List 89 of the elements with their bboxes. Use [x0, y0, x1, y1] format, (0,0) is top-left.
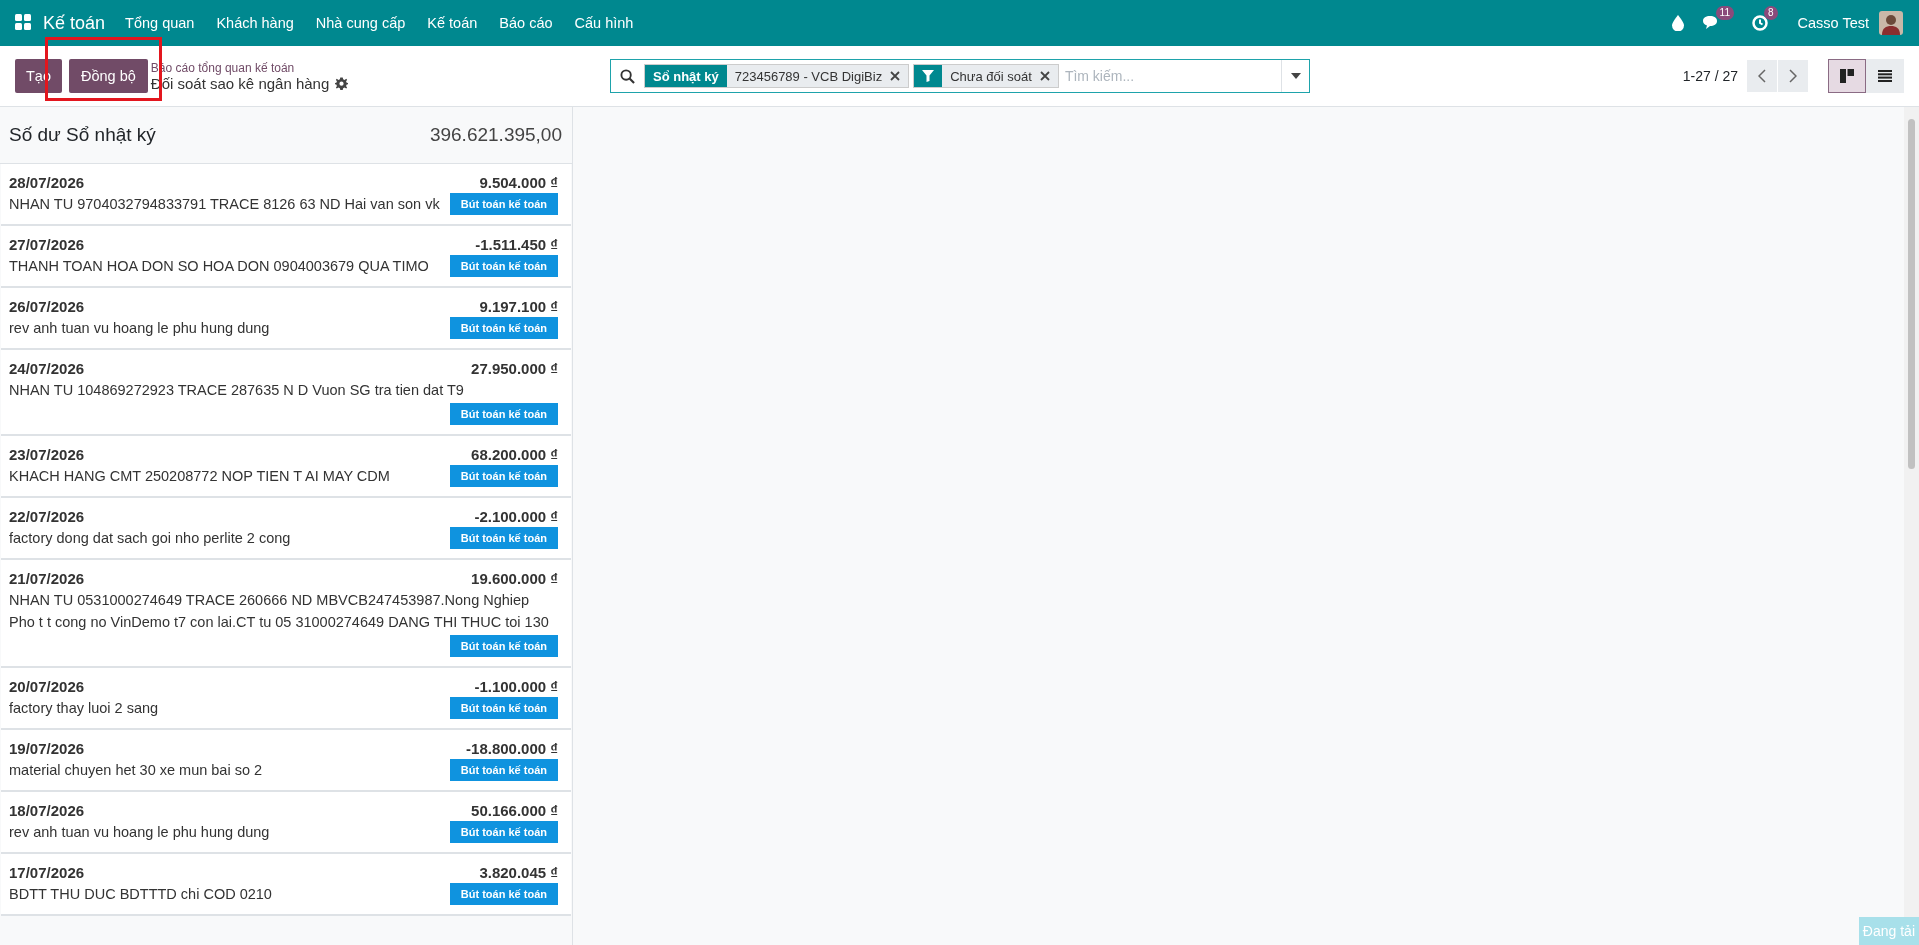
journal-entry-button[interactable]: Bút toán kế toán: [449, 697, 558, 719]
transaction-amount: 27.950.000 ₫: [471, 360, 558, 377]
search-facet[interactable]: Sổ nhật ký 723456789 - VCB DigiBiz: [644, 64, 910, 88]
menu-item[interactable]: Kế toán: [427, 15, 478, 31]
settings-icon[interactable]: [335, 76, 349, 90]
journal-entry-button[interactable]: Bút toán kế toán: [449, 255, 558, 277]
activity-count-badge: 8: [1763, 6, 1778, 20]
transaction-card[interactable]: 27/07/2026 -1.511.450 ₫ THANH TOAN HOA DON SO HOA DON 0904003679 QUA TIMO Bút toán kế toán: [1, 226, 571, 288]
journal-entry-button[interactable]: Bút toán kế toán: [449, 759, 558, 781]
transaction-amount: 9.197.100 ₫: [479, 298, 558, 315]
menu-item[interactable]: Khách hàng: [216, 15, 294, 31]
loading-toast: Đang tải: [1858, 917, 1919, 945]
transaction-date: 24/07/2026: [9, 360, 85, 377]
search-facet[interactable]: Chưa đối soát: [913, 64, 1059, 88]
journal-entry-button[interactable]: Bút toán kế toán: [449, 317, 558, 339]
transaction-card[interactable]: 17/07/2026 3.820.045 ₫ BDTT THU DUC BDTTTD chi COD 0210 Bút toán kế toán: [1, 854, 571, 916]
transaction-description: material chuyen het 30 xe mun bai so 2: [9, 761, 263, 780]
transaction-date: 26/07/2026: [9, 298, 85, 315]
action-button[interactable]: Đồng bộ: [69, 59, 148, 93]
transaction-amount: -2.100.000 ₫: [474, 508, 558, 525]
facet-label: Sổ nhật ký: [645, 65, 727, 87]
kanban-view-icon[interactable]: [1828, 59, 1866, 93]
transaction-description: factory thay luoi 2 sang: [9, 699, 159, 718]
transaction-date: 28/07/2026: [9, 174, 85, 191]
transaction-date: 17/07/2026: [9, 864, 85, 881]
transaction-date: 20/07/2026: [9, 678, 85, 695]
transaction-amount: 50.166.000 ₫: [471, 802, 558, 819]
balance-label: Số dư Sổ nhật ký: [9, 124, 156, 146]
menu-item[interactable]: Báo cáo: [499, 15, 553, 31]
transaction-card[interactable]: 22/07/2026 -2.100.000 ₫ factory dong dat sach goi nho perlite 2 cong Bút toán kế toán: [1, 498, 571, 560]
transaction-amount: 19.600.000 ₫: [471, 570, 558, 587]
menu-item[interactable]: Cấu hình: [574, 15, 634, 31]
transaction-card[interactable]: 21/07/2026 19.600.000 ₫ NHAN TU 0531000274649 TRACE 260666 ND MBVCB247453987.Nong Nghiep Pho t t cong no VinDemo t7 con lai.CT tu 05 31000274649 DANG THI THUC toi 130 Bút toán kế toán: [1, 560, 571, 668]
transaction-description: rev anh tuan vu hoang le phu hung dung: [9, 319, 270, 338]
transaction-card[interactable]: 20/07/2026 -1.100.000 ₫ factory thay luoi 2 sang Bút toán kế toán: [1, 668, 571, 730]
transaction-amount: -18.800.000 ₫: [466, 740, 558, 757]
balance-amount: 396.621.395,00: [429, 124, 562, 146]
journal-entry-button[interactable]: Bút toán kế toán: [449, 635, 558, 657]
transaction-description: NHAN TU 104869272923 TRACE 287635 N D Vuon SG tra tien dat T9: [9, 381, 464, 400]
transaction-amount: 9.504.000 ₫: [479, 174, 558, 191]
facet-value: Chưa đối soát: [949, 68, 1033, 84]
transaction-date: 19/07/2026: [9, 740, 85, 757]
transaction-amount: 3.820.045 ₫: [479, 864, 558, 881]
close-icon[interactable]: [890, 71, 901, 81]
transaction-date: 22/07/2026: [9, 508, 85, 525]
app-menu-icon[interactable]: [15, 14, 31, 30]
transaction-description: rev anh tuan vu hoang le phu hung dung: [9, 823, 270, 842]
clock-icon[interactable]: [1751, 15, 1768, 31]
transaction-date: 27/07/2026: [9, 236, 85, 253]
transaction-amount: -1.511.450 ₫: [475, 236, 558, 253]
pager-value: 1-27 / 27: [1682, 68, 1738, 84]
transaction-amount: -1.100.000 ₫: [474, 678, 558, 695]
transaction-card[interactable]: 28/07/2026 9.504.000 ₫ NHAN TU 9704032794833791 TRACE 8126 63 ND Hai van son vk Bút toán kế toán: [1, 164, 571, 226]
transaction-card[interactable]: 19/07/2026 -18.800.000 ₫ material chuyen het 30 xe mun bai so 2 Bút toán kế toán: [1, 730, 571, 792]
avatar-icon[interactable]: [1879, 11, 1903, 35]
journal-entry-button[interactable]: Bút toán kế toán: [449, 465, 558, 487]
message-count-badge: 11: [1715, 6, 1734, 20]
app-name[interactable]: Kế toán: [43, 12, 106, 34]
transaction-card[interactable]: 24/07/2026 27.950.000 ₫ NHAN TU 104869272923 TRACE 287635 N D Vuon SG tra tien dat T9 Bút toán kế toán: [1, 350, 571, 436]
drop-icon[interactable]: [1671, 15, 1684, 31]
journal-entry-button[interactable]: Bút toán kế toán: [449, 403, 558, 425]
search-icon: [620, 68, 635, 84]
transaction-date: 18/07/2026: [9, 802, 85, 819]
transaction-description: BDTT THU DUC BDTTTD chi COD 0210: [9, 885, 272, 904]
menu-item[interactable]: Nhà cung cấp: [315, 15, 406, 31]
list-view-icon[interactable]: [1866, 59, 1904, 93]
filter-icon: [914, 65, 943, 87]
transaction-description: NHAN TU 0531000274649 TRACE 260666 ND MBVCB247453987.Nong Nghiep Pho t t cong no VinDemo t7 con lai.CT tu 05 31000274649 DANG THI THUC toi 130: [9, 591, 550, 632]
menu-item[interactable]: Tổng quan: [125, 15, 195, 31]
journal-entry-button[interactable]: Bút toán kế toán: [449, 821, 558, 843]
transaction-description: KHACH HANG CMT 250208772 NOP TIEN T AI MAY CDM: [9, 467, 390, 486]
user-name[interactable]: Casso Test: [1797, 15, 1869, 31]
transaction-description: THANH TOAN HOA DON SO HOA DON 0904003679 QUA TIMO: [9, 257, 429, 276]
journal-entry-button[interactable]: Bút toán kế toán: [449, 193, 558, 215]
transaction-card[interactable]: 26/07/2026 9.197.100 ₫ rev anh tuan vu hoang le phu hung dung Bút toán kế toán: [1, 288, 571, 350]
close-icon[interactable]: [1039, 71, 1050, 81]
transaction-description: NHAN TU 9704032794833791 TRACE 8126 63 ND Hai van son vk: [9, 195, 440, 214]
chat-icon[interactable]: [1701, 15, 1720, 31]
facet-value: 723456789 - VCB DigiBiz: [733, 68, 884, 84]
journal-entry-button[interactable]: Bút toán kế toán: [449, 527, 558, 549]
search-field[interactable]: Sổ nhật ký 723456789 - VCB DigiBiz Chưa đối soát Tìm kiếm...: [610, 59, 1310, 93]
scrollbar-thumb[interactable]: [1908, 119, 1915, 469]
transaction-date: 23/07/2026: [9, 446, 85, 463]
transaction-date: 21/07/2026: [9, 570, 85, 587]
transaction-description: factory dong dat sach goi nho perlite 2 cong: [9, 529, 291, 548]
transaction-amount: 68.200.000 ₫: [471, 446, 558, 463]
transaction-card[interactable]: 18/07/2026 50.166.000 ₫ rev anh tuan vu hoang le phu hung dung Bút toán kế toán: [1, 792, 571, 854]
transaction-card[interactable]: 23/07/2026 68.200.000 ₫ KHACH HANG CMT 250208772 NOP TIEN T AI MAY CDM Bút toán kế toán: [1, 436, 571, 498]
journal-entry-button[interactable]: Bút toán kế toán: [449, 883, 558, 905]
